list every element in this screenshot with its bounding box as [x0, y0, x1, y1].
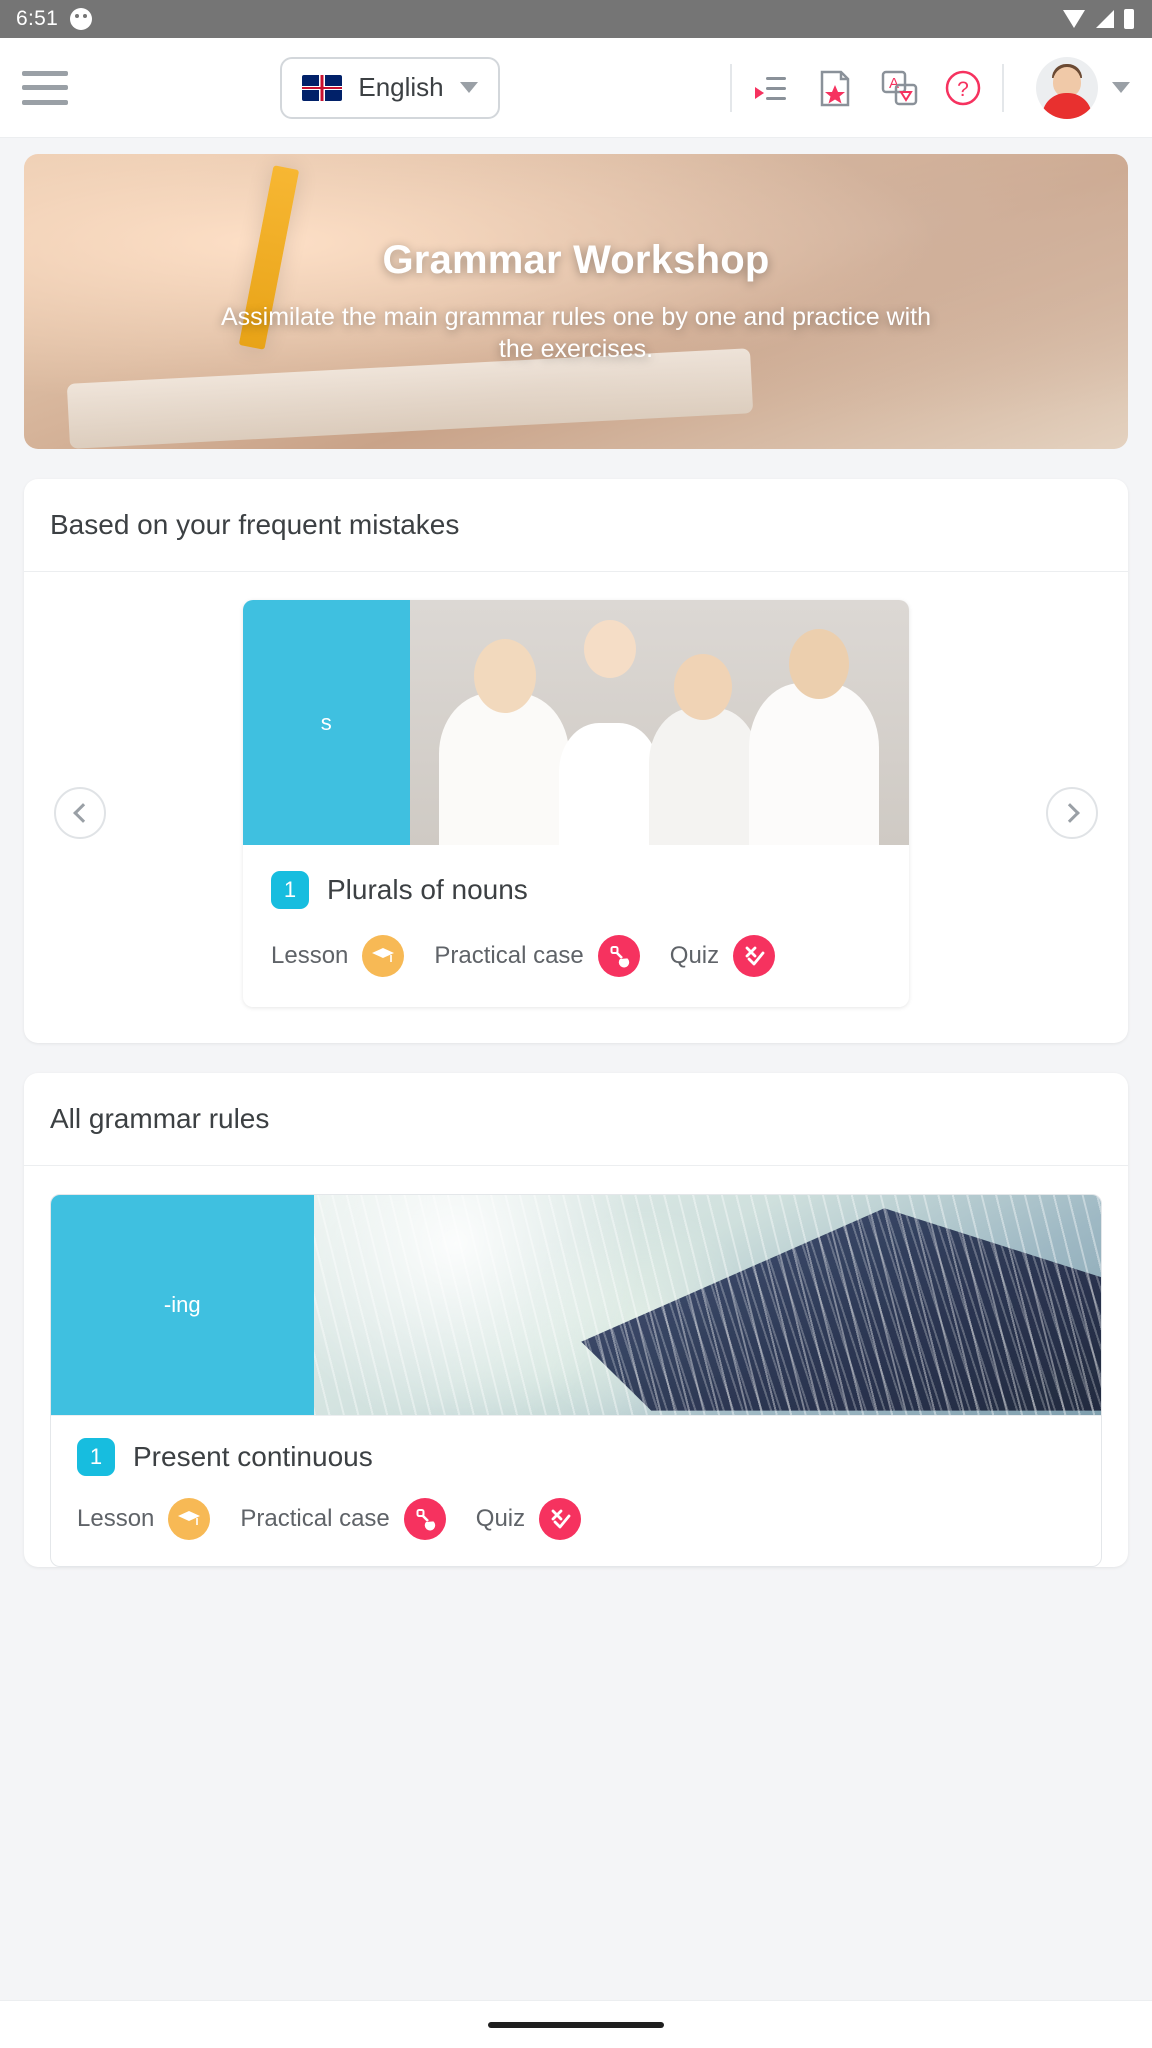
home-indicator[interactable]: [488, 2021, 664, 2028]
photo-figure: [559, 722, 660, 845]
check-cross-icon[interactable]: [539, 1498, 582, 1540]
chevron-down-icon[interactable]: [1112, 82, 1130, 93]
svg-text:A: A: [889, 75, 899, 92]
rule-tag: -ing: [51, 1195, 314, 1415]
avatar[interactable]: [1036, 56, 1098, 119]
action-label-quiz: Quiz: [475, 1505, 526, 1532]
chevron-down-icon: [459, 82, 478, 93]
page-title: Grammar Workshop: [382, 237, 770, 282]
rule-title: Present continuous: [133, 1441, 373, 1472]
svg-text:?: ?: [957, 78, 969, 101]
status-bar: 6:51: [0, 0, 1152, 38]
section-heading: Based on your frequent mistakes: [24, 479, 1128, 572]
rules-carousel: s 1 Plurals of nouns Lesson Practical ca…: [24, 572, 1128, 1043]
rule-tag: s: [243, 600, 410, 845]
photo-figure: [749, 683, 880, 845]
header-tools: A ?: [750, 67, 984, 109]
page-subtitle: Assimilate the main grammar rules one by…: [220, 302, 932, 364]
section-all-grammar-rules: All grammar rules -ing 1 Present continu…: [24, 1073, 1128, 1567]
status-badge: 1: [77, 1438, 115, 1476]
playlist-icon[interactable]: [750, 67, 792, 109]
app-header: English A ?: [0, 38, 1152, 138]
status-badge: 1: [271, 871, 309, 909]
wifi-icon: [1063, 10, 1085, 28]
rain-overlay: [313, 1195, 1101, 1415]
rule-actions: Lesson Practical case Quiz: [271, 935, 881, 977]
photo-figure: [649, 707, 760, 845]
rule-card-body: 1 Present continuous Lesson Practical ca…: [51, 1415, 1101, 1566]
signal-icon: [1096, 10, 1114, 28]
header-divider-2: [1002, 63, 1004, 112]
action-label-lesson: Lesson: [271, 942, 349, 969]
hamburger-icon[interactable]: [22, 70, 68, 105]
chevron-left-icon: [72, 803, 93, 823]
battery-icon: [1124, 9, 1134, 29]
rule-card[interactable]: s 1 Plurals of nouns Lesson Practical ca…: [243, 600, 909, 1007]
check-cross-icon[interactable]: [733, 935, 776, 977]
shovel-icon[interactable]: [403, 1498, 446, 1540]
photo-figure: [439, 693, 570, 845]
carousel-next-button[interactable]: [1046, 787, 1098, 839]
page-content: Grammar Workshop Assimilate the main gra…: [0, 138, 1152, 2000]
photo-face: [674, 653, 733, 720]
avatar-body: [1042, 92, 1092, 119]
carousel-prev-button[interactable]: [54, 787, 106, 839]
section-frequent-mistakes: Based on your frequent mistakes s 1 Plur…: [24, 479, 1128, 1043]
rule-title-row: 1 Plurals of nouns: [271, 871, 881, 909]
ghost-icon: [70, 8, 93, 30]
help-icon[interactable]: ?: [942, 67, 984, 109]
rule-card-body: 1 Plurals of nouns Lesson Practical case: [243, 845, 909, 1007]
status-time: 6:51: [16, 7, 59, 30]
rule-title: Plurals of nouns: [327, 874, 528, 905]
rule-card-media: -ing: [51, 1195, 1101, 1415]
header-divider: [730, 63, 732, 112]
rule-card-media: s: [243, 600, 909, 845]
action-label-quiz: Quiz: [669, 942, 720, 969]
starred-document-icon[interactable]: [814, 67, 856, 109]
rain-umbrella-photo: [313, 1195, 1101, 1415]
family-photo: [409, 600, 909, 845]
uk-flag-icon: [302, 74, 343, 101]
status-left: 6:51: [16, 7, 93, 31]
action-label-lesson: Lesson: [77, 1505, 155, 1532]
shovel-icon[interactable]: [597, 935, 640, 977]
user-menu[interactable]: [1036, 56, 1130, 119]
system-nav-bar: [0, 2000, 1152, 2048]
action-label-practical-case: Practical case: [240, 1505, 390, 1532]
chevron-right-icon: [1059, 803, 1080, 823]
action-label-practical-case: Practical case: [434, 942, 584, 969]
rule-card[interactable]: -ing 1 Present continuous Lesson Practic…: [50, 1194, 1102, 1567]
hero-banner-text: Grammar Workshop Assimilate the main gra…: [166, 238, 986, 366]
graduation-cap-icon[interactable]: [168, 1498, 211, 1540]
rule-title-row: 1 Present continuous: [77, 1438, 1075, 1476]
rule-actions: Lesson Practical case Quiz: [77, 1498, 1075, 1540]
photo-face: [584, 619, 637, 678]
graduation-cap-icon[interactable]: [362, 935, 405, 977]
status-right: [1062, 8, 1136, 30]
translation-card-icon[interactable]: A: [878, 67, 920, 109]
language-label: English: [358, 72, 444, 102]
language-selector[interactable]: English: [280, 56, 500, 119]
hero-banner: Grammar Workshop Assimilate the main gra…: [24, 154, 1128, 449]
section-heading: All grammar rules: [24, 1073, 1128, 1166]
